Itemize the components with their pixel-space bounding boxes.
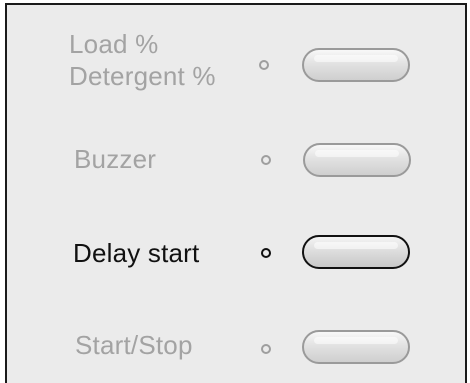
start-stop-button[interactable] <box>302 330 410 364</box>
buzzer-indicator-icon <box>261 155 271 165</box>
load-detergent-indicator-icon <box>259 60 269 70</box>
delay-start-indicator-icon <box>261 248 271 258</box>
delay-start-button[interactable] <box>302 235 410 269</box>
detergent-label: Detergent % <box>69 61 216 91</box>
load-detergent-label: Load % Detergent % <box>69 28 216 92</box>
start-stop-indicator-icon <box>261 344 271 354</box>
buzzer-button[interactable] <box>303 143 411 177</box>
start-stop-label: Start/Stop <box>75 330 193 360</box>
control-panel: Load % Detergent % Buzzer Delay start St… <box>5 3 467 383</box>
buzzer-label: Buzzer <box>74 144 157 174</box>
delay-start-label: Delay start <box>73 238 200 268</box>
load-label: Load % <box>69 29 159 59</box>
load-detergent-button[interactable] <box>302 48 410 82</box>
